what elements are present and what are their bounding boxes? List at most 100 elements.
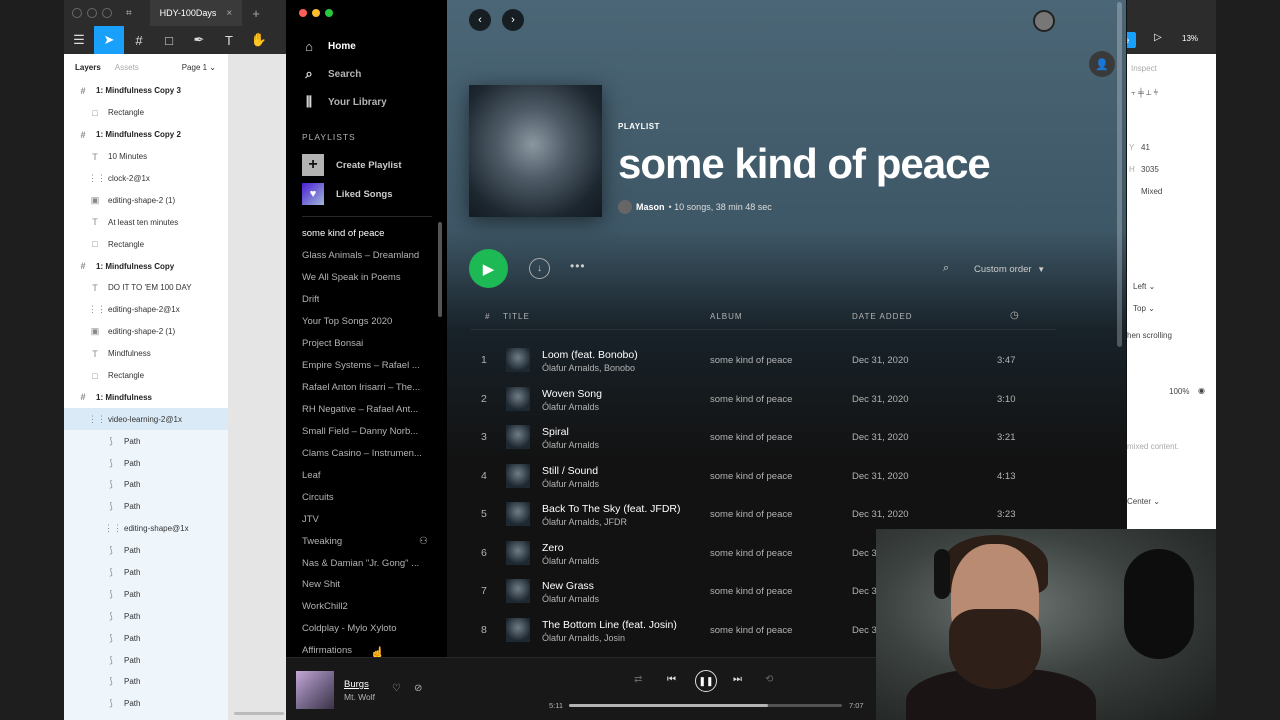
now-playing-artist[interactable]: Mt. Wolf bbox=[344, 692, 375, 702]
close-dot[interactable] bbox=[72, 8, 82, 18]
layer-row[interactable]: ▣ editing-shape-2 (1) bbox=[64, 189, 228, 211]
present-icon[interactable]: ▷ bbox=[1154, 32, 1162, 43]
user-icon[interactable]: 👤 bbox=[1089, 51, 1115, 77]
layer-row[interactable]: ⋮⋮ editing-shape-2@1x bbox=[64, 299, 228, 321]
download-icon[interactable]: ↓ bbox=[529, 258, 550, 279]
hand-tool-icon[interactable]: ✋ bbox=[244, 26, 274, 54]
track-artist[interactable]: Ólafur Arnalds bbox=[542, 556, 599, 566]
page-selector[interactable]: Page 1 ⌄ bbox=[182, 63, 216, 72]
figma-home-icon[interactable]: ⌗ bbox=[126, 8, 132, 19]
col-album[interactable]: ALBUM bbox=[710, 312, 743, 321]
track-artist[interactable]: Ólafur Arnalds bbox=[542, 594, 599, 604]
layer-row[interactable]: ⟆ Path bbox=[64, 474, 228, 496]
layer-row[interactable]: □ Rectangle bbox=[64, 102, 228, 124]
track-row[interactable]: 5 Back To The Sky (feat. JFDR) Ólafur Arna… bbox=[471, 495, 1056, 534]
sidebar-playlist-item[interactable]: RH Negative – Rafael Ant... bbox=[302, 399, 432, 421]
nav-library[interactable]: ⫼ Your Library bbox=[302, 94, 387, 110]
maximize-dot[interactable] bbox=[102, 8, 112, 18]
figma-canvas[interactable] bbox=[229, 54, 286, 720]
layer-row[interactable]: T At least ten minutes bbox=[64, 211, 228, 233]
block-icon[interactable]: ⊘ bbox=[414, 683, 422, 694]
sidebar-playlist-item[interactable]: Coldplay - Mylo Xyloto bbox=[302, 618, 432, 640]
layer-opacity[interactable]: 100% bbox=[1169, 387, 1189, 396]
zoom-level[interactable]: 13% bbox=[1182, 34, 1198, 43]
nav-home[interactable]: ⌂ Home bbox=[302, 39, 356, 54]
layer-row[interactable]: ⟆ Path bbox=[64, 671, 228, 693]
sidebar-playlist-item[interactable]: New Shit bbox=[302, 574, 432, 596]
close-tab-icon[interactable]: × bbox=[226, 8, 232, 19]
repeat-icon[interactable]: ⟲ bbox=[765, 674, 773, 685]
owner-name[interactable]: Mason bbox=[636, 202, 665, 212]
layer-row[interactable]: ⋮⋮ video-learning-2@1x bbox=[64, 408, 228, 431]
user-avatar[interactable] bbox=[1033, 10, 1055, 32]
track-album[interactable]: some kind of peace bbox=[710, 432, 792, 443]
sidebar-playlist-item[interactable]: We All Speak in Poems bbox=[302, 267, 432, 289]
liked-songs-button[interactable]: ♥ Liked Songs bbox=[302, 183, 392, 205]
track-artist[interactable]: Ólafur Arnalds bbox=[542, 402, 599, 412]
layer-row[interactable]: #1: Mindfulness Copy bbox=[64, 255, 228, 277]
layer-row[interactable]: □ Rectangle bbox=[64, 365, 228, 387]
layer-row[interactable]: ⟆ Path bbox=[64, 430, 228, 453]
radius-value[interactable]: Mixed bbox=[1141, 187, 1162, 196]
y-value[interactable]: 41 bbox=[1141, 143, 1150, 152]
text-tool-icon[interactable]: T bbox=[214, 26, 244, 54]
forward-button[interactable]: › bbox=[502, 9, 524, 31]
nav-search[interactable]: ⌕ Search bbox=[302, 66, 361, 82]
progress-bar[interactable] bbox=[569, 704, 842, 707]
close-button[interactable] bbox=[299, 9, 307, 17]
constraint-h[interactable]: Left ⌄ bbox=[1133, 282, 1155, 291]
track-album[interactable]: some kind of peace bbox=[710, 586, 792, 597]
track-row[interactable]: 3 Spiral Ólafur Arnalds some kind of peace D… bbox=[471, 418, 1056, 457]
layer-row[interactable]: T DO IT TO 'EM 100 DAY bbox=[64, 277, 228, 299]
maximize-button[interactable] bbox=[325, 9, 333, 17]
pen-tool-icon[interactable]: ✒ bbox=[184, 26, 214, 54]
frame-tool-icon[interactable]: # bbox=[124, 26, 154, 54]
layer-row[interactable]: ⟆ Path bbox=[64, 692, 228, 715]
layer-row[interactable]: ⟆ Path bbox=[64, 627, 228, 650]
layer-row[interactable]: #1: Mindfulness bbox=[64, 386, 228, 408]
minimize-dot[interactable] bbox=[87, 8, 97, 18]
sidebar-scrollbar[interactable] bbox=[438, 222, 442, 317]
track-row[interactable]: 4 Still / Sound Ólafur Arnalds some kind of… bbox=[471, 457, 1056, 496]
layer-row[interactable]: ⟆ Path bbox=[64, 561, 228, 584]
layer-row[interactable]: □ Rectangle bbox=[64, 233, 228, 255]
now-playing-title[interactable]: Burgs bbox=[344, 679, 369, 690]
layer-row[interactable]: ⋮⋮ clock-2@1x bbox=[64, 168, 228, 190]
track-row[interactable]: 2 Woven Song Ólafur Arnalds some kind of pe… bbox=[471, 380, 1056, 419]
track-album[interactable]: some kind of peace bbox=[710, 509, 792, 520]
track-artist[interactable]: Ólafur Arnalds bbox=[542, 479, 599, 489]
sidebar-playlist-item[interactable]: Nas & Damian "Jr. Gong" ... bbox=[302, 552, 432, 574]
create-playlist-button[interactable]: + Create Playlist bbox=[302, 154, 401, 176]
now-playing-cover[interactable] bbox=[296, 671, 334, 709]
shape-tool-icon[interactable]: □ bbox=[154, 26, 184, 54]
h-value[interactable]: 3035 bbox=[1141, 165, 1159, 174]
new-tab-icon[interactable]: + bbox=[252, 6, 260, 21]
sidebar-playlist-item[interactable]: Circuits bbox=[302, 486, 432, 508]
tab-layers[interactable]: Layers bbox=[75, 63, 101, 72]
track-artist[interactable]: Ólafur Arnalds, JFDR bbox=[542, 517, 627, 527]
layer-row[interactable]: ⟆ Path bbox=[64, 583, 228, 606]
track-artist[interactable]: Ólafur Arnalds bbox=[542, 440, 599, 450]
track-album[interactable]: some kind of peace bbox=[710, 394, 792, 405]
visibility-icon[interactable]: ◉ bbox=[1198, 386, 1205, 395]
main-scrollbar[interactable] bbox=[1117, 2, 1122, 347]
layer-row[interactable]: ⟆ Path bbox=[64, 452, 228, 475]
play-button[interactable]: ▶ bbox=[469, 249, 508, 288]
track-album[interactable]: some kind of peace bbox=[710, 355, 792, 366]
layer-row[interactable]: ⟆ Path bbox=[64, 605, 228, 628]
sort-dropdown[interactable]: Custom order ▼ bbox=[974, 264, 1045, 275]
sidebar-playlist-item[interactable]: Leaf bbox=[302, 464, 432, 486]
sidebar-playlist-item[interactable]: Empire Systems – Rafael ... bbox=[302, 355, 432, 377]
canvas-scrollbar[interactable] bbox=[234, 712, 284, 715]
col-title[interactable]: TITLE bbox=[503, 312, 530, 321]
figma-file-tab[interactable]: HDY-100Days × bbox=[149, 0, 243, 26]
sidebar-playlist-item[interactable]: JTV bbox=[302, 508, 432, 530]
sidebar-playlist-item[interactable]: Your Top Songs 2020 bbox=[302, 311, 432, 333]
sidebar-playlist-item[interactable]: Tweaking ⚇ bbox=[302, 530, 432, 552]
clock-icon[interactable]: ◷ bbox=[1010, 310, 1020, 321]
sidebar-playlist-item[interactable]: Small Field – Danny Norb... bbox=[302, 420, 432, 442]
inspect-tab[interactable]: Inspect bbox=[1131, 64, 1157, 73]
sidebar-playlist-item[interactable]: Clams Casino – Instrumen... bbox=[302, 442, 432, 464]
track-artist[interactable]: Ólafur Arnalds, Josin bbox=[542, 633, 625, 643]
heart-icon[interactable]: ♡ bbox=[392, 683, 401, 694]
